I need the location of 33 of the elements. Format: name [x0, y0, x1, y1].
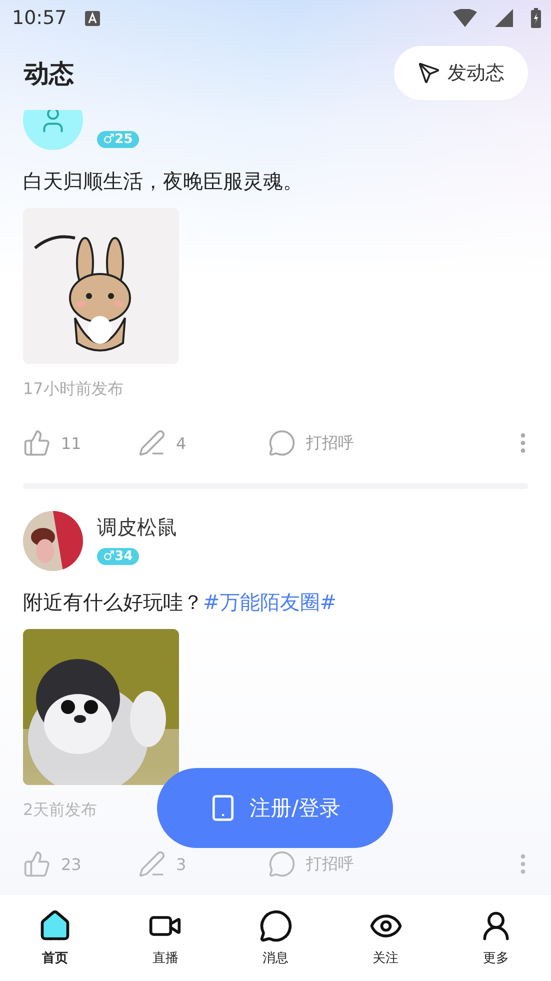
speech-bubble-icon[interactable] — [268, 429, 296, 457]
user-name[interactable]: 调皮松鼠 — [97, 514, 177, 540]
page-title: 动态 — [24, 58, 74, 90]
hashtag-link[interactable]: #万能陌友圈# — [203, 590, 337, 614]
nav-tab[interactable]: 关注 — [330, 895, 441, 981]
status-time: 10:57 — [12, 7, 67, 29]
post-time: 2天前发布 — [23, 799, 98, 821]
nav-tab[interactable]: 更多 — [440, 895, 551, 981]
like-count: 23 — [61, 854, 82, 874]
post-text: 附近有什么好玩哇？#万能陌友圈# — [23, 589, 337, 616]
keyboard-icon — [84, 10, 100, 26]
pencil-icon[interactable] — [138, 429, 166, 457]
comment-count: 4 — [176, 434, 186, 452]
gender-age-badge: ♂25 — [97, 131, 139, 148]
speech-bubble-icon — [258, 909, 292, 943]
gender-age-badge: ♂34 — [97, 548, 139, 565]
send-icon — [418, 62, 440, 84]
register-login-button[interactable]: 注册/登录 — [157, 768, 393, 848]
post-text: 白天归顺生活，夜晚臣服灵魂。 — [23, 168, 303, 195]
battery-icon — [531, 8, 541, 28]
thumbs-up-icon[interactable] — [23, 429, 51, 457]
thumbs-up-icon[interactable] — [23, 850, 51, 878]
wifi-icon — [453, 9, 477, 27]
post-time: 17小时前发布 — [23, 378, 124, 400]
nav-tab[interactable]: 首页 — [0, 895, 110, 981]
pencil-icon[interactable] — [138, 850, 166, 878]
signal-icon — [495, 9, 513, 27]
like-count: 11 — [61, 434, 82, 452]
speech-bubble-icon[interactable] — [268, 850, 296, 878]
comment-count: 3 — [176, 854, 186, 874]
post-button[interactable]: 发动态 — [394, 46, 528, 100]
nav-tab[interactable]: 消息 — [220, 895, 331, 981]
nav-tab[interactable]: 直播 — [110, 895, 220, 981]
